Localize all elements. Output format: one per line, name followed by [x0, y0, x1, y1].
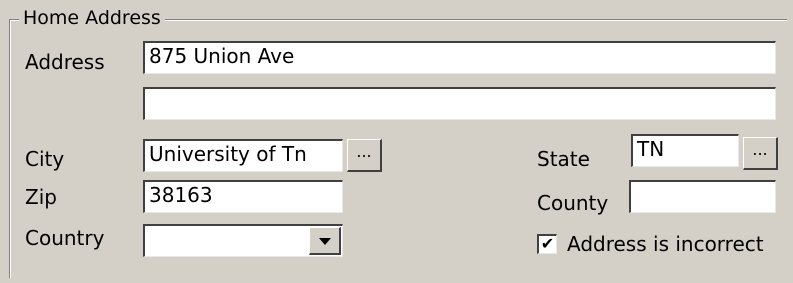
city-label: City: [25, 147, 65, 171]
country-dropdown-button[interactable]: [309, 227, 341, 255]
chevron-down-icon: [319, 238, 331, 245]
county-label: County: [537, 191, 609, 215]
address-label: Address: [25, 50, 105, 74]
city-lookup-button[interactable]: ...: [347, 139, 382, 172]
groupbox-legend: Home Address: [19, 6, 165, 30]
address-panel: Home Address Address 875 Union Ave City …: [0, 0, 793, 283]
city-input[interactable]: University of Tn: [143, 139, 343, 172]
state-input[interactable]: TN: [631, 134, 739, 167]
address-incorrect-checkbox[interactable]: ✔: [537, 234, 557, 254]
zip-input[interactable]: 38163: [143, 180, 343, 213]
address-line2-input[interactable]: [143, 87, 776, 120]
state-label: State: [537, 147, 590, 171]
state-lookup-button[interactable]: ...: [743, 137, 778, 170]
zip-label: Zip: [25, 185, 57, 209]
address-line1-input[interactable]: 875 Union Ave: [143, 41, 776, 74]
country-label: Country: [25, 226, 105, 250]
address-incorrect-label[interactable]: Address is incorrect: [567, 229, 764, 259]
county-input[interactable]: [629, 180, 776, 213]
